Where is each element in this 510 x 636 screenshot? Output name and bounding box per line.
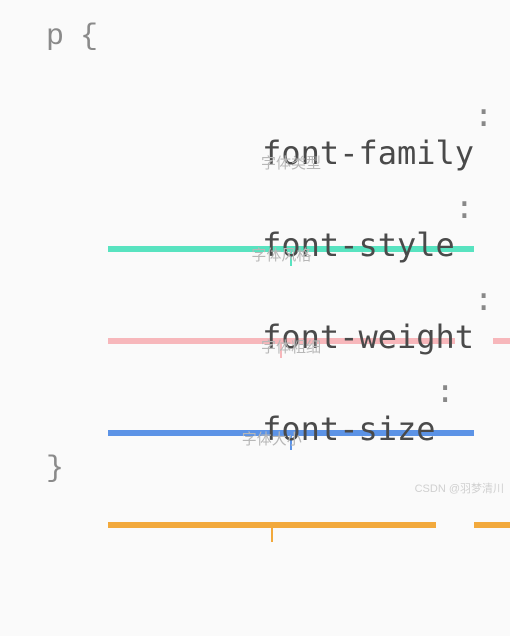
declaration-row: font-size : 30px ; 字体大小 长度单位:像素 <box>108 372 480 458</box>
declaration-row: font-family : serif ; 字体类型 通用字体 <box>108 96 480 182</box>
declaration-row: font-weight : bold ; 字体粗细 粗体 <box>108 280 480 366</box>
colon: : <box>474 280 493 318</box>
declaration-row: font-style : italic ; 字体风格 斜体 <box>108 188 480 274</box>
property-underline <box>108 522 436 528</box>
watermark: CSDN @羽梦清川 <box>415 480 504 496</box>
colon: : <box>436 372 455 410</box>
property-annotation: 字体粗细 <box>211 336 371 357</box>
brace-close: } <box>46 452 64 486</box>
space <box>493 280 510 318</box>
value-underline <box>493 338 510 344</box>
space <box>474 188 493 226</box>
brace-open: { <box>80 20 98 54</box>
tick-mark <box>271 528 273 542</box>
colon: : <box>455 188 474 226</box>
diagram-canvas: p { font-family : serif ; 字体类型 通用字体 font… <box>0 0 510 500</box>
property-annotation: 字体风格 <box>201 244 361 265</box>
value-underline <box>474 522 510 528</box>
space <box>493 96 510 134</box>
property-annotation: 字体类型 <box>211 152 371 173</box>
css-selector: p <box>46 20 64 54</box>
space <box>455 372 474 410</box>
property-annotation: 字体大小 <box>192 428 352 449</box>
value-wrap: 30px <box>474 372 510 524</box>
colon: : <box>474 96 493 134</box>
